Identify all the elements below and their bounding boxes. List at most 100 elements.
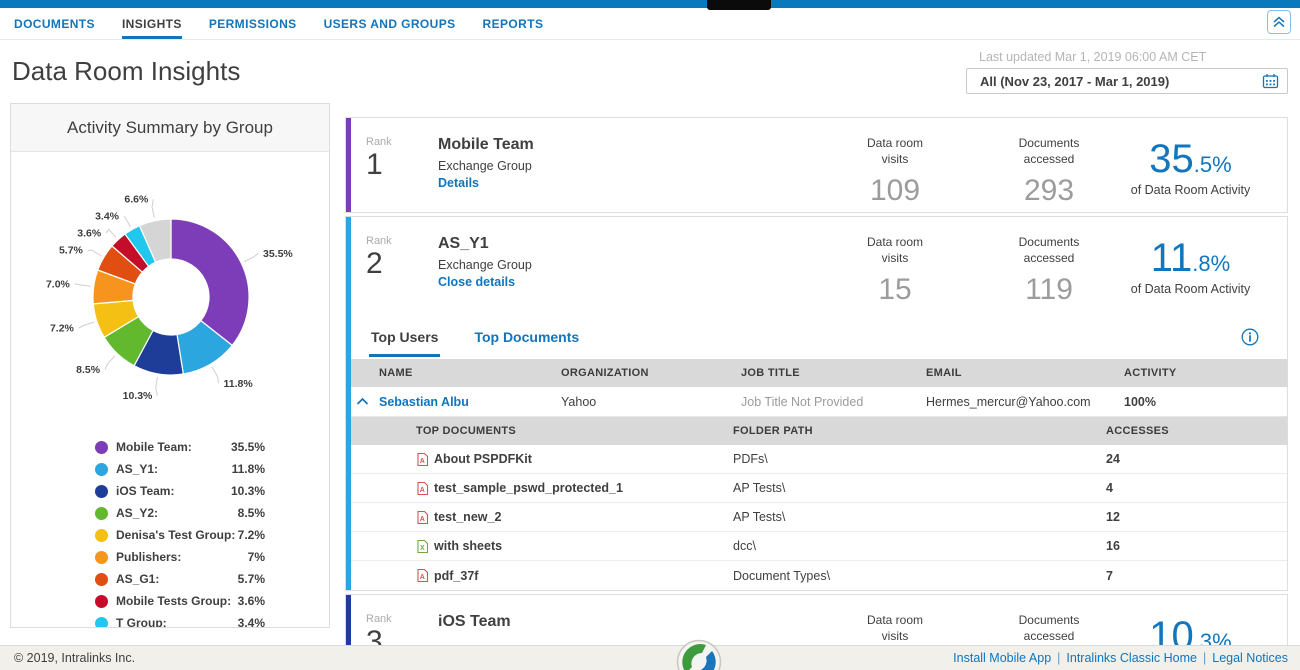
nav-tab-users-and-groups[interactable]: USERS AND GROUPS — [324, 8, 456, 39]
docs-label2: accessed — [994, 629, 1104, 645]
legend-swatch — [95, 617, 108, 629]
tab-top-documents[interactable]: Top Documents — [472, 318, 581, 357]
legend-swatch — [95, 529, 108, 542]
col-activity: ACTIVITY — [1114, 367, 1287, 379]
visits-value: 109 — [840, 174, 950, 208]
double-chevron-up-icon — [1272, 15, 1286, 29]
legend-swatch — [95, 485, 108, 498]
document-name: Atest_sample_pswd_protected_1 — [416, 481, 733, 496]
document-row[interactable]: Atest_sample_pswd_protected_1AP Tests\4 — [346, 474, 1287, 503]
visits-label: Data room — [840, 235, 950, 251]
label-leader-line — [106, 229, 116, 237]
group-info: AS_Y1 Exchange Group Close details — [438, 235, 840, 315]
users-table-header: NAME ORGANIZATION JOB TITLE EMAIL ACTIVI… — [346, 359, 1287, 387]
legend-item: Denisa's Test Group:7.2% — [95, 524, 265, 546]
document-row[interactable]: Apdf_37fDocument Types\7 — [346, 561, 1287, 590]
legend-label: Mobile Tests Group: — [116, 594, 238, 608]
collapse-panel-button[interactable] — [1267, 10, 1291, 34]
docs-value: 119 — [994, 273, 1104, 307]
document-folder-path: dcc\ — [733, 539, 1106, 553]
date-range-value: All (Nov 23, 2017 - Mar 1, 2019) — [980, 74, 1262, 89]
nav-tab-permissions[interactable]: PERMISSIONS — [209, 8, 297, 39]
label-leader-line — [124, 216, 131, 227]
user-job-title: Job Title Not Provided — [741, 395, 926, 409]
user-organization: Yahoo — [561, 395, 741, 409]
legend-item: Mobile Team:35.5% — [95, 436, 265, 458]
document-row[interactable]: Atest_new_2AP Tests\12 — [346, 503, 1287, 532]
link-separator: | — [1203, 651, 1206, 665]
document-folder-path: AP Tests\ — [733, 481, 1106, 495]
nav-tab-reports[interactable]: REPORTS — [483, 8, 544, 39]
svg-text:A: A — [420, 574, 425, 581]
info-icon[interactable] — [1241, 328, 1259, 346]
group-color-strip — [346, 118, 351, 212]
group-card-mobile-team: Rank 1 Mobile Team Exchange Group Detail… — [345, 117, 1288, 213]
rank-block: Rank 1 — [366, 136, 424, 212]
top-notch — [707, 0, 771, 10]
user-name-link[interactable]: Sebastian Albu — [379, 395, 561, 409]
calendar-icon[interactable] — [1262, 73, 1279, 89]
link-legal-notices[interactable]: Legal Notices — [1212, 651, 1288, 665]
detail-tabs: Top Users Top Documents — [346, 315, 1287, 359]
activity-summary-title: Activity Summary by Group — [11, 104, 329, 152]
label-leader-line — [244, 253, 258, 261]
percent-frac: .5% — [1194, 152, 1232, 177]
legend-value: 7.2% — [238, 528, 265, 542]
tab-top-users[interactable]: Top Users — [369, 318, 440, 357]
document-name: AAbout PSPDFKit — [416, 452, 733, 467]
docs-label2: accessed — [994, 152, 1104, 168]
group-type: Exchange Group — [438, 258, 840, 272]
legend-value: 10.3% — [231, 484, 265, 498]
document-row[interactable]: AAbout PSPDFKitPDFs\24 — [346, 445, 1287, 474]
donut-percent-label: 5.7% — [59, 245, 84, 257]
document-name: Atest_new_2 — [416, 510, 733, 525]
legend-swatch — [95, 551, 108, 564]
user-email: Hermes_mercur@Yahoo.com — [926, 395, 1114, 409]
donut-percent-label: 7.0% — [46, 278, 71, 290]
legend-label: Publishers: — [116, 550, 248, 564]
link-intralinks-classic-home[interactable]: Intralinks Classic Home — [1066, 651, 1197, 665]
document-name: Apdf_37f — [416, 568, 733, 583]
legend-value: 11.8% — [232, 462, 265, 476]
donut-percent-label: 3.6% — [77, 228, 102, 240]
document-folder-path: Document Types\ — [733, 569, 1106, 583]
details-link[interactable]: Details — [438, 176, 479, 190]
user-activity: 100% — [1114, 395, 1287, 409]
visits-label: Data room — [840, 136, 950, 152]
group-card-as-y1: Rank 2 AS_Y1 Exchange Group Close detail… — [345, 216, 1288, 591]
group-rank-list: Rank 1 Mobile Team Exchange Group Detail… — [345, 117, 1288, 670]
visits-label2: visits — [840, 629, 950, 645]
nav-tab-insights[interactable]: INSIGHTS — [122, 8, 182, 39]
footer: © 2019, Intralinks Inc. Install Mobile A… — [0, 645, 1300, 670]
close-details-link[interactable]: Close details — [438, 275, 515, 289]
group-type: Exchange Group — [438, 159, 840, 173]
documents-rows: AAbout PSPDFKitPDFs\24Atest_sample_pswd_… — [346, 445, 1287, 590]
link-install-mobile-app[interactable]: Install Mobile App — [953, 651, 1051, 665]
nav-tab-documents[interactable]: DOCUMENTS — [14, 8, 95, 39]
donut-segment-0 — [171, 219, 249, 345]
date-filter-block: Last updated Mar 1, 2019 06:00 AM CET Al… — [966, 50, 1288, 94]
legend-item: T Group:3.4% — [95, 612, 265, 628]
percent-caption: of Data Room Activity — [1104, 282, 1277, 296]
document-row[interactable]: Xwith sheetsdcc\16 — [346, 532, 1287, 561]
legend-swatch — [95, 441, 108, 454]
legend-label: T Group: — [116, 616, 238, 628]
document-accesses: 4 — [1106, 481, 1287, 495]
legend-label: AS_Y1: — [116, 462, 232, 476]
label-leader-line — [212, 367, 219, 383]
rank-number: 1 — [366, 148, 424, 182]
rank-caption: Rank — [366, 235, 424, 247]
pdf-file-icon: A — [416, 452, 429, 467]
user-row-sebastian-albu[interactable]: Sebastian Albu Yahoo Job Title Not Provi… — [346, 387, 1287, 417]
legend-value: 3.4% — [238, 616, 265, 628]
pdf-file-icon: A — [416, 481, 429, 496]
legend-item: AS_Y2:8.5% — [95, 502, 265, 524]
top-accent-bar — [0, 0, 1300, 8]
visits-stat: Data roomvisits 109 — [840, 136, 950, 212]
donut-percent-label: 3.4% — [95, 211, 120, 223]
docs-label: Documents — [994, 613, 1104, 629]
group-name: AS_Y1 — [438, 235, 840, 253]
pdf-file-icon: A — [416, 510, 429, 525]
donut-percent-label: 7.2% — [50, 323, 75, 335]
date-range-select[interactable]: All (Nov 23, 2017 - Mar 1, 2019) — [966, 68, 1288, 94]
